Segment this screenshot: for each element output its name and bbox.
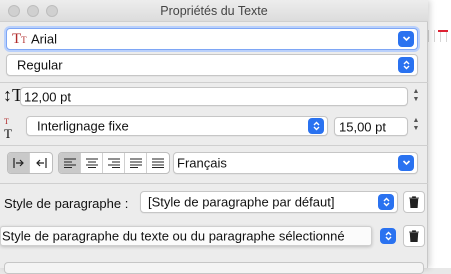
font-style-value: Regular	[17, 57, 63, 73]
ruler-marker	[438, 30, 448, 32]
leading-value: 15,00 pt	[339, 119, 386, 134]
chevron-updown-icon[interactable]	[398, 57, 414, 73]
align-center-icon[interactable]	[81, 153, 103, 173]
leading-mode-value: Interlignage fixe	[37, 118, 129, 134]
text-properties-panel: Propriétés du Texte TT Arial Regular ↕T …	[0, 0, 428, 274]
align-left-icon[interactable]	[59, 153, 81, 173]
chevron-down-icon[interactable]	[398, 31, 414, 47]
font-size-stepper[interactable]: ▲ ▼	[411, 88, 421, 106]
divider	[0, 82, 428, 83]
leading-stepper[interactable]: ▲ ▼	[411, 117, 421, 135]
window-title: Propriétés du Texte	[160, 4, 268, 18]
trash-icon[interactable]	[403, 191, 425, 213]
leading-mode-select[interactable]: Interlignage fixe	[26, 116, 328, 136]
font-name-combo[interactable]: TT Arial	[6, 28, 418, 50]
paragraph-style-select[interactable]: [Style de paragraphe par défaut]	[140, 191, 398, 213]
language-select[interactable]: Français	[173, 152, 418, 174]
titlebar: Propriétés du Texte	[0, 0, 428, 22]
font-size-field[interactable]: 12,00 pt	[20, 87, 408, 106]
divider	[0, 183, 428, 184]
align-justify-all-icon[interactable]	[147, 153, 169, 173]
paragraph-style-label: Style de paragraphe :	[4, 196, 129, 211]
indent-first-line-icon[interactable]	[8, 153, 30, 173]
trash-icon[interactable]	[403, 225, 425, 247]
chevron-updown-icon[interactable]	[308, 118, 324, 134]
paragraph-style-value: [Style de paragraphe par défaut]	[148, 194, 335, 210]
alignment-group	[58, 152, 170, 174]
indent-group	[7, 152, 53, 174]
font-size-value: 12,00 pt	[24, 89, 71, 104]
font-style-select[interactable]: Regular	[6, 54, 418, 76]
language-value: Français	[177, 155, 227, 171]
chevron-down-icon[interactable]	[398, 155, 414, 171]
align-right-icon[interactable]	[103, 153, 125, 173]
font-name-value: Arial	[31, 31, 58, 47]
chevron-updown-icon[interactable]	[380, 228, 396, 244]
align-justify-icon[interactable]	[125, 153, 147, 173]
line-spacing-icon: TT	[4, 117, 12, 141]
font-icon: TT	[12, 31, 27, 47]
paragraph-style-tooltip: Style de paragraphe du texte ou du parag…	[0, 226, 372, 246]
divider	[0, 145, 428, 146]
indent-hanging-icon[interactable]	[30, 153, 52, 173]
more-effects-tab[interactable]	[4, 262, 424, 274]
chevron-updown-icon[interactable]	[378, 194, 394, 210]
leading-value-field[interactable]: 15,00 pt	[334, 117, 408, 136]
tooltip-text: Style de paragraphe du texte ou du parag…	[2, 228, 345, 244]
